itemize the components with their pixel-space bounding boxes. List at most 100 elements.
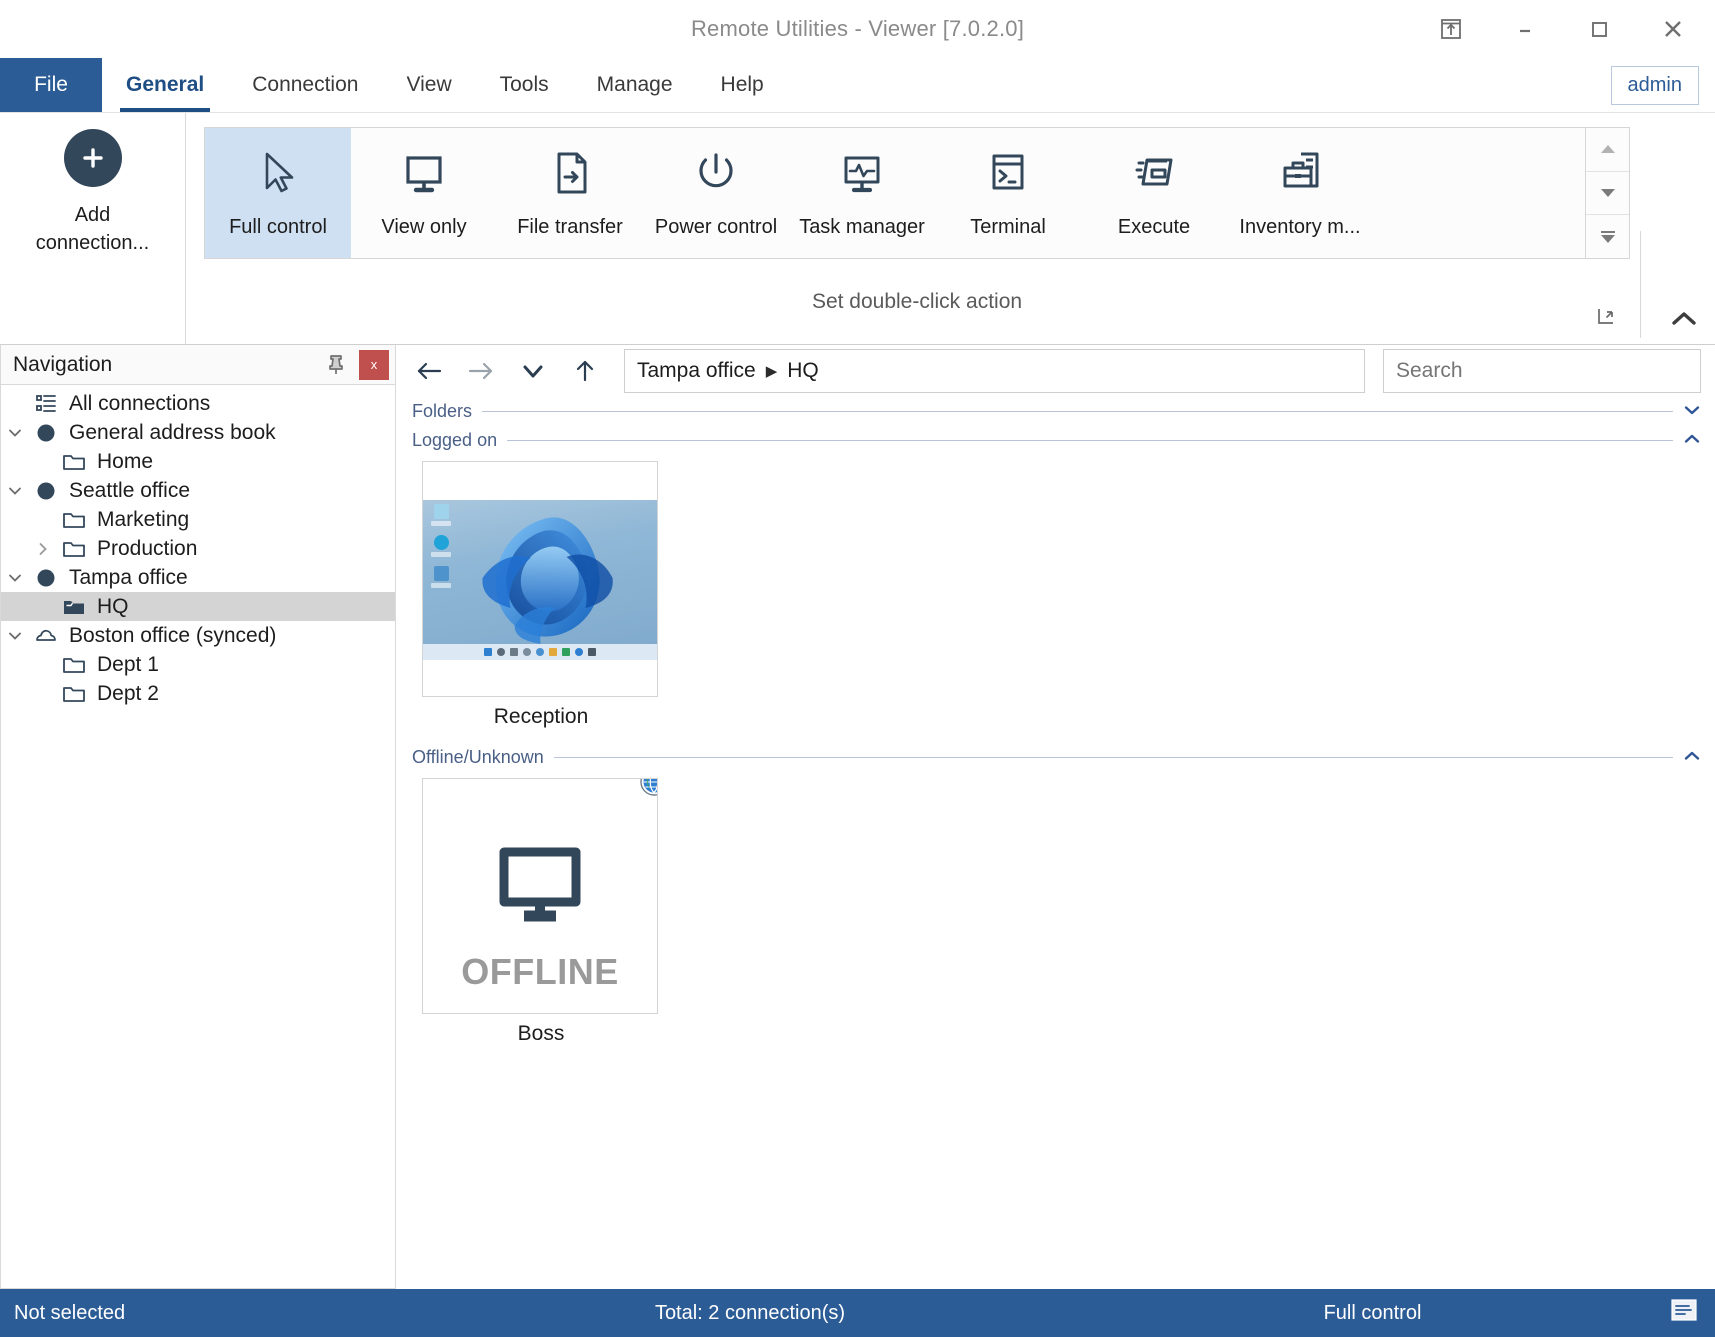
tree-item-home[interactable]: Home	[1, 447, 395, 476]
tile-thumbnail[interactable]: OFFLINE	[422, 778, 658, 1014]
gallery-label-view-only: View only	[381, 216, 466, 239]
connection-tile-reception[interactable]: Reception	[422, 461, 660, 729]
tree-item-general-address-book[interactable]: General address book	[1, 418, 395, 447]
tile-label-boss: Boss	[422, 1022, 660, 1046]
connection-tree[interactable]: All connections General address book	[0, 385, 396, 1289]
add-connection-button[interactable]: Add connection...	[0, 113, 186, 344]
folder-open-icon	[57, 595, 91, 619]
twisty-expanded-icon[interactable]	[1, 424, 29, 442]
tree-item-seattle-office[interactable]: Seattle office	[1, 476, 395, 505]
gallery-item-file-transfer[interactable]: File transfer	[497, 128, 643, 258]
gallery-expand-icon[interactable]	[1586, 215, 1629, 258]
globe-icon	[639, 778, 658, 797]
tiles-offline: OFFLINE Boss	[408, 772, 1715, 1046]
up-icon[interactable]	[562, 349, 608, 393]
tree-item-all-connections[interactable]: All connections	[1, 389, 395, 418]
gallery-label-file-transfer: File transfer	[517, 216, 623, 239]
tree-item-hq[interactable]: HQ	[1, 592, 395, 621]
maximize-icon[interactable]	[1579, 9, 1619, 49]
group-header-logged-on[interactable]: Logged on	[408, 426, 1715, 455]
tab-manage[interactable]: Manage	[573, 58, 697, 112]
twisty-expanded-icon[interactable]	[1, 569, 29, 587]
tree-item-marketing[interactable]: Marketing	[1, 505, 395, 534]
tab-connection[interactable]: Connection	[228, 58, 382, 112]
group-header-offline[interactable]: Offline/Unknown	[408, 743, 1715, 772]
tree-item-production[interactable]: Production	[1, 534, 395, 563]
pin-icon[interactable]	[319, 348, 353, 382]
tree-label: Tampa office	[69, 566, 188, 590]
offline-status-text: OFFLINE	[423, 951, 657, 993]
group-chevron-up-icon[interactable]	[1683, 433, 1701, 448]
gallery-label-task-manager: Task manager	[799, 216, 925, 239]
breadcrumb-current[interactable]: HQ	[787, 359, 819, 383]
forward-icon[interactable]	[458, 349, 504, 393]
twisty-expanded-icon[interactable]	[1, 482, 29, 500]
power-icon	[689, 142, 743, 204]
back-icon[interactable]	[406, 349, 452, 393]
tab-tools[interactable]: Tools	[476, 58, 573, 112]
plus-icon	[64, 129, 122, 187]
tab-general[interactable]: General	[102, 58, 228, 112]
gallery-item-execute[interactable]: Execute	[1081, 128, 1227, 258]
gallery-item-full-control[interactable]: Full control	[205, 128, 351, 258]
tree-label: General address book	[69, 421, 276, 445]
group-label-logged-on: Logged on	[412, 430, 497, 451]
gallery-item-terminal[interactable]: Terminal	[935, 128, 1081, 258]
tree-item-dept-2[interactable]: Dept 2	[1, 679, 395, 708]
recycle-bin-icon	[428, 504, 454, 526]
tree-label: HQ	[97, 595, 129, 619]
gallery-item-task-manager[interactable]: Task manager	[789, 128, 935, 258]
address-toolbar: Tampa office ▶ HQ	[396, 345, 1715, 397]
gallery-item-inventory-manager[interactable]: Inventory m...	[1227, 128, 1373, 258]
tree-item-tampa-office[interactable]: Tampa office	[1, 563, 395, 592]
desktop-icons	[428, 504, 454, 597]
close-icon[interactable]	[1653, 9, 1693, 49]
tab-help[interactable]: Help	[697, 58, 788, 112]
note-icon[interactable]	[1669, 1297, 1699, 1329]
tab-view[interactable]: View	[382, 58, 475, 112]
tile-label-reception: Reception	[422, 705, 660, 729]
gallery-item-power-control[interactable]: Power control	[643, 128, 789, 258]
account-button[interactable]: admin	[1611, 66, 1699, 105]
collapse-ribbon-icon[interactable]	[1669, 309, 1699, 334]
recent-locations-icon[interactable]	[510, 349, 556, 393]
navigation-close-button[interactable]: x	[359, 350, 389, 380]
status-mode: Full control	[1030, 1302, 1715, 1325]
tree-label: Home	[97, 450, 153, 474]
tree-label: Boston office (synced)	[69, 624, 276, 648]
gallery-item-view-only[interactable]: View only	[351, 128, 497, 258]
cursor-icon	[251, 142, 305, 204]
minimize-icon[interactable]	[1505, 9, 1545, 49]
twisty-collapsed-icon[interactable]	[29, 540, 57, 558]
tree-item-dept-1[interactable]: Dept 1	[1, 650, 395, 679]
group-chevron-up-icon[interactable]	[1683, 750, 1701, 765]
gallery-scroll-up-icon[interactable]	[1586, 128, 1629, 172]
remote-desktop-thumbnail	[423, 500, 657, 660]
connection-tile-boss[interactable]: OFFLINE Boss	[422, 778, 660, 1046]
tree-label: Marketing	[97, 508, 189, 532]
status-bar: Not selected Total: 2 connection(s) Full…	[0, 1289, 1715, 1337]
breadcrumb[interactable]: Tampa office ▶ HQ	[624, 349, 1365, 393]
group-chevron-down-icon[interactable]	[1683, 404, 1701, 419]
gallery-scroll-down-icon[interactable]	[1586, 172, 1629, 216]
folder-icon	[57, 653, 91, 677]
group-divider	[507, 440, 1673, 441]
dialog-launcher-icon[interactable]	[1596, 306, 1616, 332]
tile-thumbnail[interactable]	[422, 461, 658, 697]
tree-item-boston-office[interactable]: Boston office (synced)	[1, 621, 395, 650]
breadcrumb-root[interactable]: Tampa office	[637, 359, 756, 383]
gallery-scrollbar[interactable]	[1585, 128, 1629, 258]
menu-bar: File General Connection View Tools Manag…	[0, 58, 1715, 113]
group-header-folders[interactable]: Folders	[408, 397, 1715, 426]
address-book-icon	[29, 567, 63, 589]
search-input[interactable]	[1394, 358, 1690, 384]
tab-file[interactable]: File	[0, 58, 102, 112]
search-box[interactable]	[1383, 349, 1701, 393]
twisty-expanded-icon[interactable]	[1, 627, 29, 645]
cloud-icon	[29, 624, 63, 648]
ribbon-tabs: General Connection View Tools Manage Hel…	[102, 58, 788, 112]
restore-up-icon[interactable]	[1431, 9, 1471, 49]
system-icon	[428, 566, 454, 588]
tree-label: Production	[97, 537, 197, 561]
main-body: Navigation x	[0, 345, 1715, 1289]
